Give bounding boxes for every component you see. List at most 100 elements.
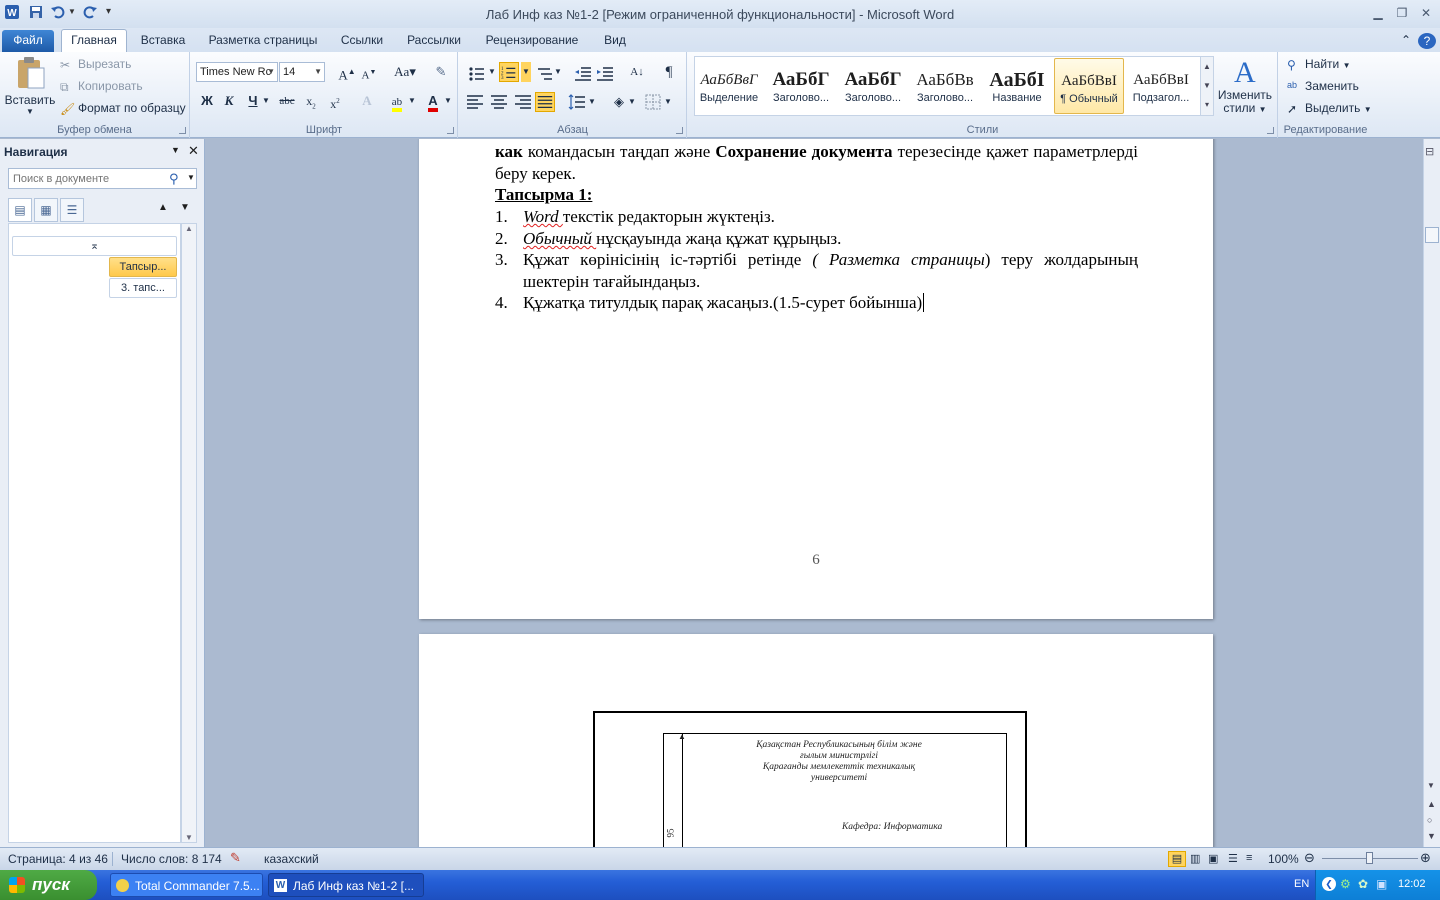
styles-scroll[interactable]: ▲ ▼ ▾ [1200,56,1214,116]
restore-button[interactable]: ❐ [1392,4,1412,22]
grow-font-icon[interactable]: A▲ [337,62,357,82]
tray-monitor-icon[interactable]: ▣ [1376,877,1387,891]
help-icon[interactable]: ? [1418,33,1436,49]
nav-scrollbar[interactable]: ▲ ▼ [181,223,197,843]
tray-network-icon[interactable]: ⚙ [1340,877,1351,891]
scroll-down-icon[interactable]: ▼ [182,833,196,842]
select-browse-object-icon[interactable]: ○ [1427,815,1432,825]
nav-collapse-all-icon[interactable]: ⌅ [12,236,177,256]
tray-antivirus-icon[interactable]: ✿ [1358,877,1368,891]
borders-dropdown-icon[interactable]: ▼ [663,92,673,112]
highlight-color-icon[interactable]: ab [387,91,407,112]
bullets-dropdown-icon[interactable]: ▼ [487,62,497,82]
tab-page-layout[interactable]: Разметка страницы [200,32,326,52]
numbering-dropdown-icon[interactable]: ▼ [521,62,531,82]
start-button[interactable]: пуск [0,870,97,900]
outline-view-icon[interactable]: ☰ [1228,852,1238,865]
status-word-count[interactable]: Число слов: 8 174 [112,852,222,866]
taskbar-word[interactable]: W Лаб Инф каз №1-2 [... [268,873,424,897]
bullets-icon[interactable] [467,64,487,84]
superscript-icon[interactable]: x2 [325,91,345,111]
tab-references[interactable]: Ссылки [333,32,391,52]
clipboard-launcher-icon[interactable] [179,127,186,134]
shrink-font-icon[interactable]: A▼ [359,62,379,82]
zoom-level[interactable]: 100% [1268,852,1299,866]
scroll-down-icon[interactable]: ▼ [1427,781,1435,790]
find-button[interactable]: ⚲ Найти ▼ [1287,57,1351,72]
style-heading1[interactable]: АаБбГ Заголово... [766,58,836,114]
decrease-indent-icon[interactable] [573,64,593,84]
next-heading-icon[interactable]: ▼ [180,202,190,213]
replace-button[interactable]: ab Заменить [1287,79,1359,94]
ruler-toggle-icon[interactable]: ⊟ [1425,145,1434,158]
proofing-icon[interactable]: ✎ [230,850,241,866]
style-heading2[interactable]: АаБбГ Заголово... [838,58,908,114]
copy-button[interactable]: ⧉ Копировать [60,79,143,94]
document-page[interactable]: ▲ 95 Қазақстан Республикасының білім жән… [419,634,1213,847]
nav-search-input[interactable] [9,169,159,188]
select-button[interactable]: ➚ Выделить ▼ [1287,101,1372,116]
strikethrough-icon[interactable]: abc [277,91,297,111]
close-button[interactable]: ✕ [1416,4,1436,22]
change-case-icon[interactable]: Aa▾ [391,62,419,82]
nav-tab-pages-icon[interactable]: ▦ [34,198,58,222]
text-effects-icon[interactable]: A [357,91,377,111]
underline-dropdown-icon[interactable]: ▼ [261,91,271,111]
nav-tab-headings-icon[interactable]: ▤ [8,198,32,222]
previous-page-icon[interactable]: ▲ [1427,799,1436,809]
line-spacing-dropdown-icon[interactable]: ▼ [587,92,597,112]
full-screen-reading-icon[interactable]: ▥ [1190,852,1200,865]
align-right-icon[interactable] [513,92,533,112]
style-title[interactable]: АаБбІ Название [982,58,1052,114]
subscript-icon[interactable]: x2 [301,91,321,111]
status-language[interactable]: казахский [264,852,319,866]
taskbar-total-commander[interactable]: Total Commander 7.5... [110,873,263,897]
underline-button[interactable]: Ч [243,91,263,111]
zoom-slider-thumb[interactable] [1366,852,1373,864]
font-color-dropdown-icon[interactable]: ▼ [443,91,453,111]
cut-button[interactable]: ✂ Вырезать [60,57,131,72]
tray-expand-icon[interactable]: ❮ [1322,877,1336,891]
web-layout-icon[interactable]: ▣ [1208,852,1218,865]
document-scrollbar[interactable]: ⊟ ▼ ▲ ○ ▼ [1423,139,1440,847]
tab-insert[interactable]: Вставка [133,32,193,52]
print-layout-view-icon[interactable]: ▤ [1168,851,1186,867]
shading-icon[interactable]: ◈ [609,92,629,112]
next-page-icon[interactable]: ▼ [1427,831,1436,841]
previous-heading-icon[interactable]: ▲ [158,202,168,213]
search-dropdown-icon[interactable]: ▼ [187,173,195,182]
line-spacing-icon[interactable] [567,92,587,112]
document-area[interactable]: как командасын таңдап және Сохранение до… [206,139,1423,847]
search-icon[interactable]: ⚲ [169,171,179,187]
nav-tab-results-icon[interactable]: ☰ [60,198,84,222]
multilevel-list-icon[interactable] [535,64,555,84]
show-formatting-icon[interactable]: ¶ [659,62,679,82]
minimize-button[interactable]: ▁ [1368,4,1388,22]
nav-heading-item[interactable]: Тапсыр... [109,257,177,277]
tab-mailings[interactable]: Рассылки [400,32,468,52]
justify-icon[interactable] [535,92,555,112]
style-normal[interactable]: АаБбВвІ ¶ Обычный [1054,58,1124,114]
tab-home[interactable]: Главная [61,29,127,53]
scroll-thumb[interactable] [1425,227,1439,243]
bold-button[interactable]: Ж [197,91,217,111]
document-page[interactable]: как командасын таңдап және Сохранение до… [419,139,1213,619]
clear-formatting-icon[interactable]: ✎ [431,62,451,82]
style-heading3[interactable]: АаБбВв Заголово... [910,58,980,114]
align-left-icon[interactable] [465,92,485,112]
align-center-icon[interactable] [489,92,509,112]
italic-button[interactable]: К [219,91,239,111]
font-size-combo[interactable]: 14 ▼ [279,62,325,82]
font-color-icon[interactable]: A [423,91,443,112]
style-emphasis[interactable]: АаБбВвГ Выделение [694,58,764,114]
style-subtitle[interactable]: АаБбВвІ Подзагол... [1126,58,1196,114]
nav-close-icon[interactable]: ✕ [188,143,199,159]
shading-dropdown-icon[interactable]: ▼ [627,92,637,112]
format-painter-button[interactable]: 🖌 Формат по образцу [60,101,186,116]
status-page[interactable]: Страница: 4 из 46 [8,852,108,866]
numbering-icon[interactable]: 123 [499,62,519,82]
tab-view[interactable]: Вид [596,32,634,52]
borders-icon[interactable] [643,92,663,112]
scroll-up-icon[interactable]: ▲ [182,224,196,233]
tab-file[interactable]: Файл [2,30,54,52]
